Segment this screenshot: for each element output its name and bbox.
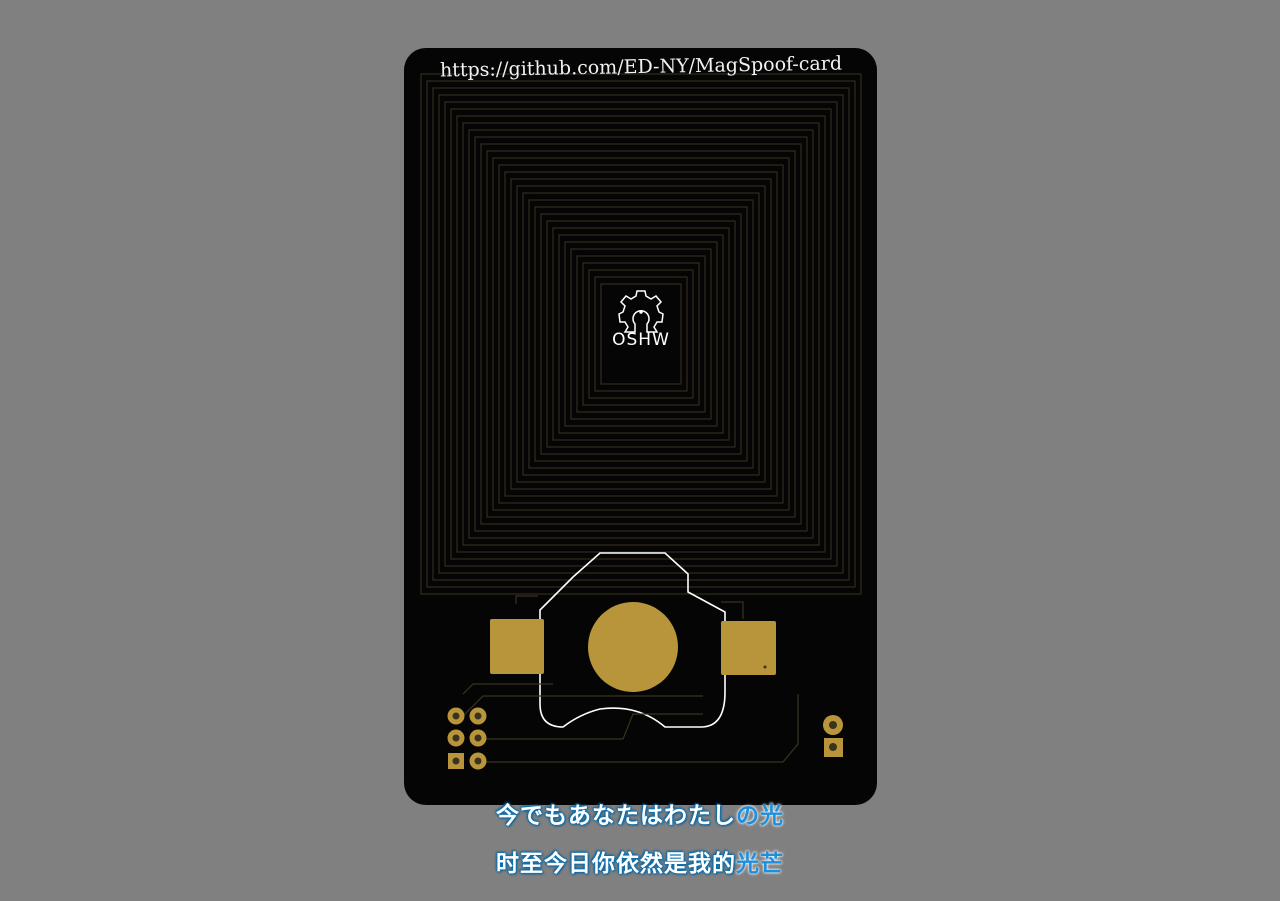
oshw-label: OSHW [612, 330, 670, 350]
subtitle-japanese-main: 今でもあなたはわたし [496, 803, 736, 829]
battery-pad-center [588, 602, 678, 692]
pcb-card: https://github.com/ED-NY/MagSpoof-card O… [403, 44, 879, 807]
subtitle-line-japanese: 今でもあなたはわたしの光 [0, 796, 1280, 830]
battery-pad-right [721, 621, 776, 675]
subtitle-chinese-highlight: 光芒 [736, 851, 784, 877]
subtitle-line-chinese: 时至今日你依然是我的光芒 [0, 844, 1280, 878]
pcb-artwork [404, 48, 877, 805]
battery-pad-left [490, 619, 544, 674]
subtitle-chinese-main: 时至今日你依然是我的 [496, 851, 736, 877]
subtitle-japanese-highlight: の光 [736, 803, 784, 829]
